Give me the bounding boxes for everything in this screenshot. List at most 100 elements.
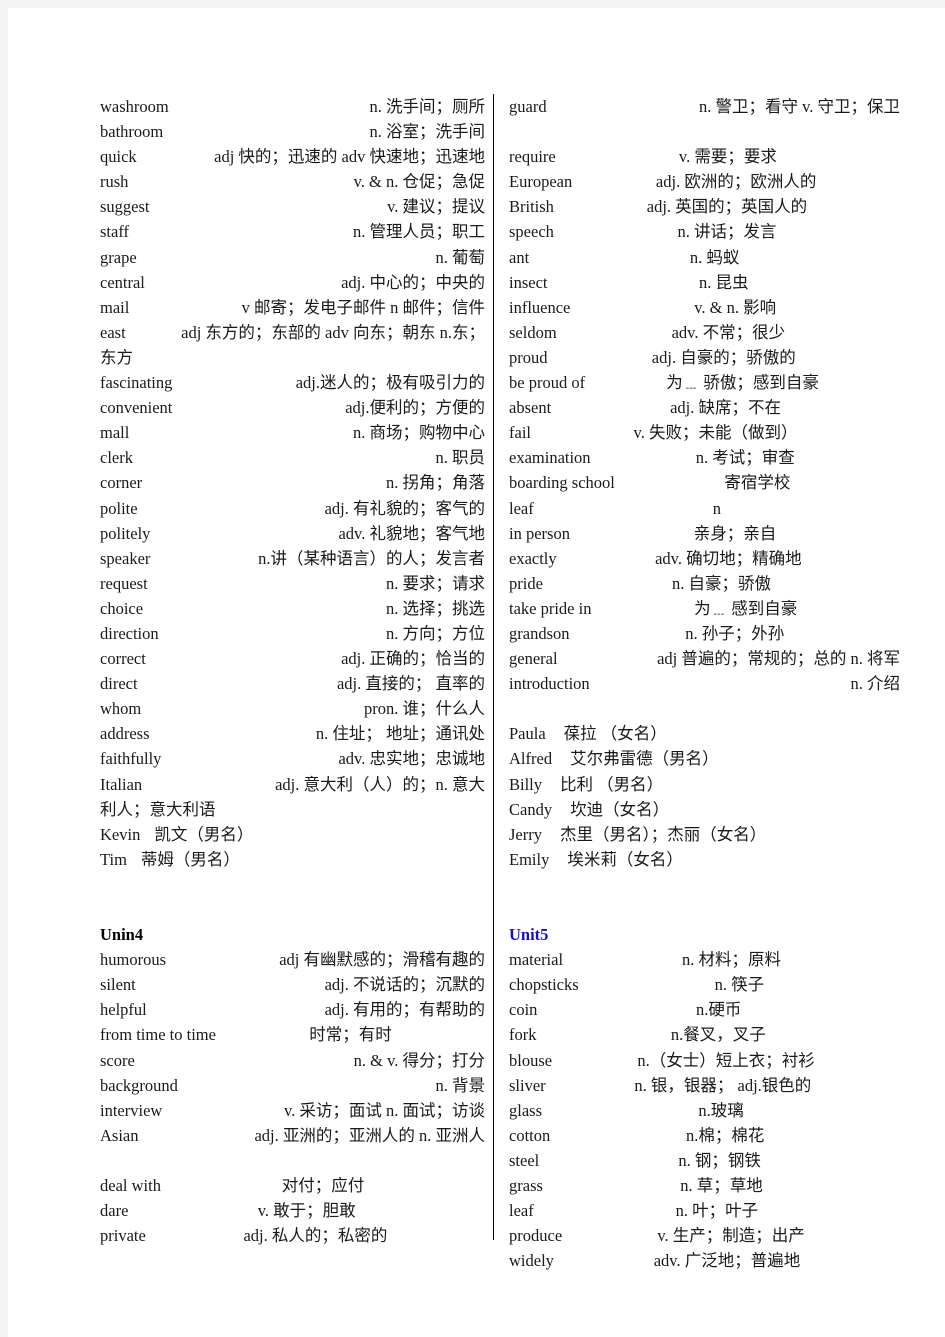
entry-term: examination (509, 448, 591, 468)
vocabulary-entry: exactly adv. 确切地；精确地 (509, 546, 900, 571)
entry-term: in person (509, 523, 570, 543)
entry-term: direction (100, 623, 159, 643)
entry-term: fascinating (100, 373, 173, 393)
vocabulary-entry: proud adj. 自豪的；骄傲的 (509, 345, 900, 370)
name-entry: Paula 葆拉 （女名） (509, 721, 900, 746)
name-entry: Jerry 杰里（男名）；杰丽（女名） (509, 822, 900, 847)
vocabulary-entry: sliver n. 银，银器； adj.银色的 (509, 1073, 900, 1098)
entry-definition: n.硬币 (696, 1000, 742, 1020)
vocabulary-entry: bathroom n. 浴室；洗手间 (100, 119, 485, 144)
entry-definition: adj. 欧洲的；欧洲人的 (655, 172, 817, 192)
entry-definition: n. 蚂蚁 (689, 247, 740, 267)
vocabulary-entry: influence v. & n. 影响 (509, 295, 900, 320)
vocabulary-entry: corner n. 拐角；角落 (100, 470, 485, 495)
vocabulary-entry: deal with 对付；应付 (100, 1173, 485, 1198)
entry-definition: v. 采访；面试 n. 面试；访谈 (283, 1100, 485, 1120)
entry-definition: n. 自豪；骄傲 (671, 573, 771, 593)
vocabulary-entry: coin n.硬币 (509, 997, 900, 1022)
vocabulary-entry: pride n. 自豪；骄傲 (509, 571, 900, 596)
left-section-entry-list-2: deal with 对付；应付 dare v. 敢于；胆敢 private adj. 私人… (100, 1173, 485, 1248)
entry-term: fork (509, 1025, 537, 1045)
entry-definition: n. 讲话；发言 (677, 222, 777, 242)
entry-term: chopsticks (509, 975, 579, 995)
entry-definition: v. & n. 仓促；急促 (353, 172, 485, 192)
entry-term: grandson (509, 623, 570, 643)
entry-term: steel (509, 1150, 540, 1170)
entry-definition: adj 东方的；东部的 adv 向东；朝东 n.东； (181, 322, 485, 342)
entry-definition: adj 快的；迅速的 adv 快速地；迅速地 (214, 147, 485, 167)
entry-definition: adj. 意大利（人）的；n. 意大 (275, 774, 485, 794)
entry-definition: n. 葡萄 (435, 247, 486, 267)
vocabulary-entry: guard n. 警卫；看守 v. 守卫；保卫 (509, 94, 900, 119)
vocabulary-entry: correct adj. 正确的；恰当的 (100, 646, 485, 671)
entry-definition: adj. 正确的；恰当的 (341, 649, 485, 669)
vocabulary-entry: absent adj. 缺席；不在 (509, 395, 900, 420)
name-entry: Billy 比利 （男名） (509, 772, 900, 797)
entry-term: guard (509, 97, 547, 116)
entry-term: clerk (100, 448, 133, 468)
entry-definition: n.餐叉，叉子 (670, 1025, 766, 1045)
vocabulary-entry: cotton n.棉；棉花 (509, 1123, 900, 1148)
entry-definition: n.玻璃 (698, 1100, 744, 1120)
vocabulary-entry: whom pron. 谁；什么人 (100, 696, 485, 721)
vocabulary-entry: fail v. 失败；未能（做到） (509, 420, 900, 445)
entry-definition: 杰里（男名）；杰丽（女名） (559, 824, 767, 844)
entry-definition: n. 材料；原料 (682, 950, 782, 970)
entry-definition: 凯文（男名） (154, 824, 254, 844)
entry-definition: n. 孙子；外孙 (685, 623, 785, 643)
entry-term: helpful (100, 1000, 147, 1020)
entry-term: quick (100, 147, 137, 167)
entry-term: general (509, 649, 558, 669)
vocabulary-entry: grandson n. 孙子；外孙 (509, 621, 900, 646)
name-entry: Candy 坎迪（女名） (509, 797, 900, 822)
entry-term: Alfred (509, 749, 553, 769)
vocabulary-content: washroom n. 洗手间；厕所 bathroom n. 浴室；洗手间 quick a… (100, 94, 900, 1270)
entry-definition: n. 叶；叶子 (675, 1201, 759, 1221)
entry-definition: adj. 中心的；中央的 (341, 272, 485, 292)
vocabulary-entry: speaker n.讲（某种语言）的人；发言者 (100, 546, 485, 571)
entry-definition: pron. 谁；什么人 (364, 699, 485, 719)
entry-term: fail (509, 423, 531, 443)
entry-term: convenient (100, 398, 173, 418)
vocabulary-entry: speech n. 讲话；发言 (509, 219, 900, 244)
entry-term: Tim (100, 849, 127, 869)
vocabulary-entry: politely adv. 礼貌地；客气地 (100, 521, 485, 546)
entry-definition: 埃米莉（女名） (567, 849, 683, 869)
entry-term: pride (509, 573, 543, 593)
entry-term: Italian (100, 774, 143, 794)
entry-definition: adj.迷人的；极有吸引力的 (295, 373, 485, 393)
vocabulary-entry: mail v 邮寄；发电子邮件 n 邮件；信件 (100, 295, 485, 320)
entry-term: introduction (509, 674, 590, 694)
entry-term: Jerry (509, 824, 542, 844)
entry-definition: 为﹍ 骄傲；感到自豪 (666, 373, 819, 393)
entry-term: cotton (509, 1125, 551, 1145)
entry-term: staff (100, 222, 130, 242)
entry-term: east (100, 322, 126, 342)
left-column: washroom n. 洗手间；厕所 bathroom n. 浴室；洗手间 quick a… (100, 94, 493, 1254)
vocabulary-entry: interview v. 采访；面试 n. 面试；访谈 (100, 1098, 485, 1123)
entry-definition: n. 拐角；角落 (386, 473, 485, 493)
entry-definition: adj. 自豪的；骄傲的 (651, 347, 796, 367)
entry-definition: n. 选择；挑选 (386, 598, 485, 618)
entry-term: blouse (509, 1050, 553, 1070)
vocabulary-entry: blouse n.（女士）短上衣；衬衫 (509, 1048, 900, 1073)
entry-definition: 寄宿学校 (724, 473, 791, 493)
entry-definition: n.讲（某种语言）的人；发言者 (258, 548, 485, 568)
vocabulary-entry: washroom n. 洗手间；厕所 (100, 94, 485, 119)
vocabulary-entry: ant n. 蚂蚁 (509, 245, 900, 270)
entry-term: ant (509, 247, 530, 267)
left-subsection-gap (100, 1148, 485, 1173)
vocabulary-entry: request n. 要求；请求 (100, 571, 485, 596)
entry-definition: 对付；应付 (281, 1176, 365, 1196)
entry-term: private (100, 1226, 146, 1246)
section-heading-unit5: Unit5 (509, 925, 549, 945)
entry-term: polite (100, 498, 138, 518)
entry-definition: n. 洗手间；厕所 (369, 97, 486, 116)
entry-definition: n. 草；草地 (680, 1176, 763, 1196)
vocabulary-entry: material n. 材料；原料 (509, 947, 900, 972)
entry-term: Billy (509, 774, 543, 794)
entry-term: faithfully (100, 749, 162, 769)
vocabulary-entry: examination n. 考试；审查 (509, 445, 900, 470)
entry-term: European (509, 172, 573, 192)
entry-definition: v 邮寄；发电子邮件 n 邮件；信件 (241, 297, 485, 317)
